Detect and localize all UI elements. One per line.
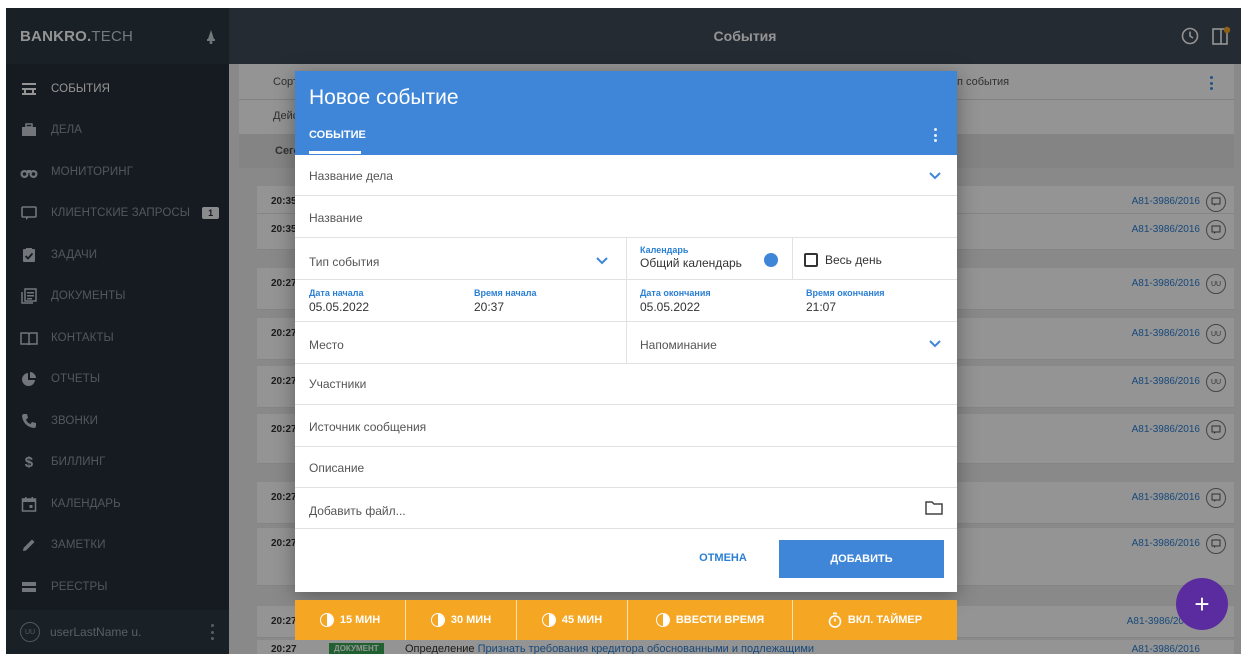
- app-window: BANKRO.TECH События Дела Мониторинг Клие…: [6, 8, 1241, 654]
- dialog-header: Новое событие Событие: [295, 71, 957, 155]
- enter-time-button[interactable]: Ввести время: [628, 600, 793, 640]
- all-day-toggle[interactable]: Весь день: [792, 238, 957, 280]
- name-field[interactable]: Название: [295, 196, 957, 238]
- calendar-label: Календарь: [640, 245, 689, 255]
- start-date-value: 05.05.2022: [309, 300, 370, 314]
- all-day-checkbox[interactable]: [804, 253, 818, 267]
- participants-placeholder: Участники: [309, 377, 367, 391]
- calendar-value: Общий календарь: [640, 256, 742, 270]
- dialog-title: Новое событие: [309, 86, 459, 109]
- chevron-down-icon: [929, 172, 941, 180]
- event-type-placeholder: Тип события: [309, 255, 380, 269]
- chevron-down-icon: [596, 257, 608, 265]
- timer-bar: 15 мин 30 мин 45 мин Ввести время Вкл. т…: [295, 600, 957, 640]
- chevron-down-icon: [929, 340, 941, 348]
- place-placeholder: Место: [309, 338, 344, 352]
- description-placeholder: Описание: [309, 461, 365, 475]
- all-day-label: Весь день: [825, 253, 882, 267]
- half-clock-icon: [319, 613, 334, 627]
- timer-30-button[interactable]: 30 мин: [406, 600, 517, 640]
- timer-45-button[interactable]: 45 мин: [517, 600, 628, 640]
- case-name-select[interactable]: Название дела: [295, 155, 957, 196]
- start-time-field[interactable]: Время начала 20:37: [460, 280, 626, 322]
- name-placeholder: Название: [309, 211, 363, 225]
- stopwatch-icon: [828, 612, 842, 628]
- end-time-value: 21:07: [806, 300, 837, 314]
- half-clock-icon: [655, 613, 670, 627]
- tab-event[interactable]: Событие: [309, 129, 366, 141]
- start-time-value: 20:37: [474, 300, 505, 314]
- add-button[interactable]: Добавить: [779, 540, 944, 578]
- half-clock-icon: [430, 613, 445, 627]
- start-time-label: Время начала: [474, 288, 537, 298]
- participants-field[interactable]: Участники: [295, 364, 957, 405]
- end-date-value: 05.05.2022: [640, 300, 701, 314]
- add-event-fab[interactable]: +: [1176, 578, 1228, 630]
- enable-timer-button[interactable]: Вкл. таймер: [793, 600, 957, 640]
- half-clock-icon: [541, 613, 556, 627]
- reminder-placeholder: Напоминание: [640, 338, 717, 352]
- message-source-field[interactable]: Источник сообщения: [295, 405, 957, 447]
- end-time-label: Время окончания: [806, 288, 885, 298]
- add-file-field[interactable]: Добавить файл...: [295, 488, 957, 529]
- new-event-dialog: Новое событие Событие Название дела Назв…: [295, 71, 957, 592]
- end-date-label: Дата окончания: [640, 288, 711, 298]
- reminder-select[interactable]: Напоминание: [626, 322, 957, 364]
- timer-15-button[interactable]: 15 мин: [295, 600, 406, 640]
- calendar-color-dot: [764, 253, 778, 267]
- cancel-button[interactable]: Отмена: [683, 540, 763, 576]
- end-time-field[interactable]: Время окончания 21:07: [792, 280, 957, 322]
- event-type-select[interactable]: Тип события: [295, 238, 626, 280]
- end-date-field[interactable]: Дата окончания 05.05.2022: [626, 280, 792, 322]
- start-date-label: Дата начала: [309, 288, 364, 298]
- case-name-placeholder: Название дела: [309, 169, 393, 183]
- description-field[interactable]: Описание: [295, 447, 957, 488]
- calendar-select[interactable]: Календарь Общий календарь: [626, 238, 792, 280]
- place-field[interactable]: Место: [295, 322, 626, 364]
- start-date-field[interactable]: Дата начала 05.05.2022: [295, 280, 460, 322]
- dialog-menu-icon[interactable]: [934, 128, 938, 142]
- message-source-placeholder: Источник сообщения: [309, 420, 427, 434]
- active-tab-indicator: [309, 151, 361, 154]
- add-file-placeholder: Добавить файл...: [309, 504, 406, 518]
- folder-icon[interactable]: [925, 501, 943, 515]
